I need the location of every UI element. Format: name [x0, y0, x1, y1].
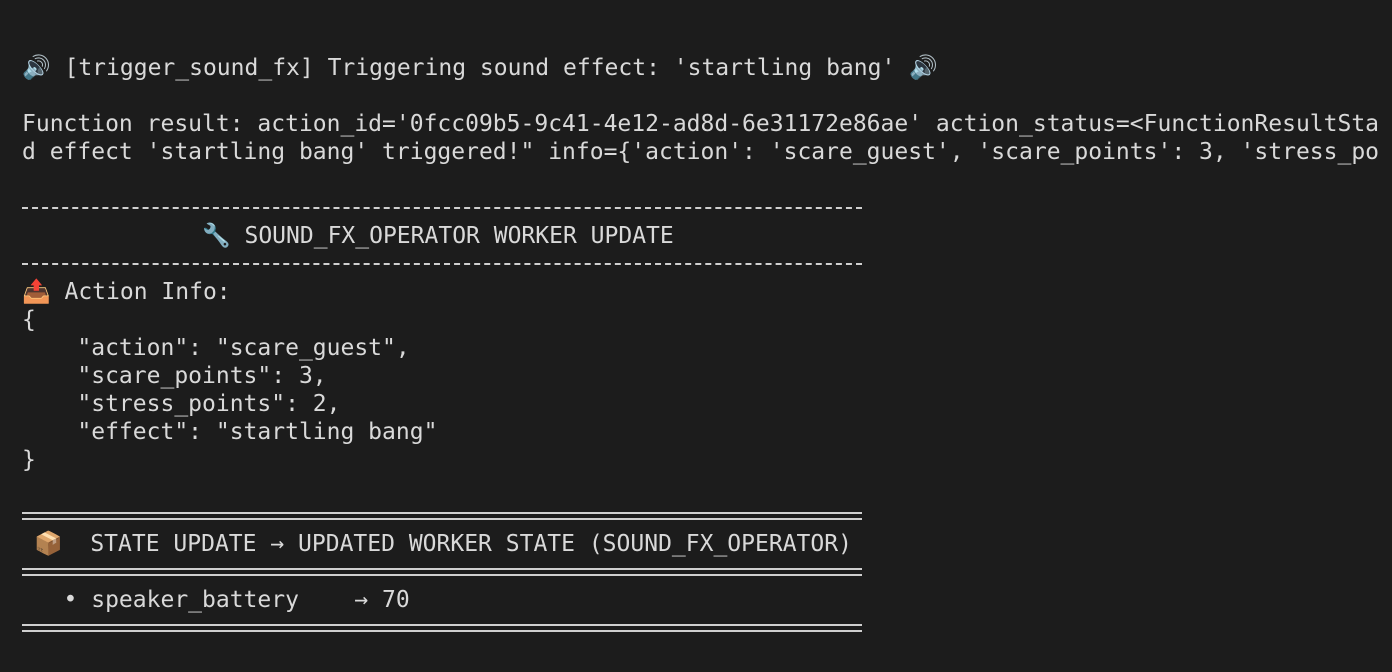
double-divider-top	[22, 512, 862, 520]
trigger-sound-fx-line: 🔊 [trigger_sound_fx] Triggering sound ef…	[22, 55, 938, 81]
dashed-divider-top	[22, 207, 862, 209]
function-result-line-1: Function result: action_id='0fcc09b5-9c4…	[22, 111, 1380, 137]
dashed-divider-bottom	[22, 263, 862, 265]
double-divider-middle	[22, 568, 862, 576]
json-line: "action": "scare_guest",	[22, 335, 410, 361]
function-result-line-2: d effect 'startling bang' triggered!" in…	[22, 139, 1380, 165]
json-line: {	[22, 307, 36, 333]
json-line: "effect": "startling bang"	[22, 419, 438, 445]
worker-update-title: 🔧 SOUND_FX_OPERATOR WORKER UPDATE	[202, 223, 674, 249]
json-line: "stress_points": 2,	[22, 391, 341, 417]
json-line: }	[22, 447, 36, 473]
double-divider-bottom	[22, 624, 862, 632]
state-item-speaker-battery: • speaker_battery → 70	[22, 587, 410, 613]
json-line: "scare_points": 3,	[22, 363, 327, 389]
action-info-label: 📤 Action Info:	[22, 279, 231, 305]
state-update-title: 📦 STATE UPDATE → UPDATED WORKER STATE (S…	[34, 531, 852, 557]
